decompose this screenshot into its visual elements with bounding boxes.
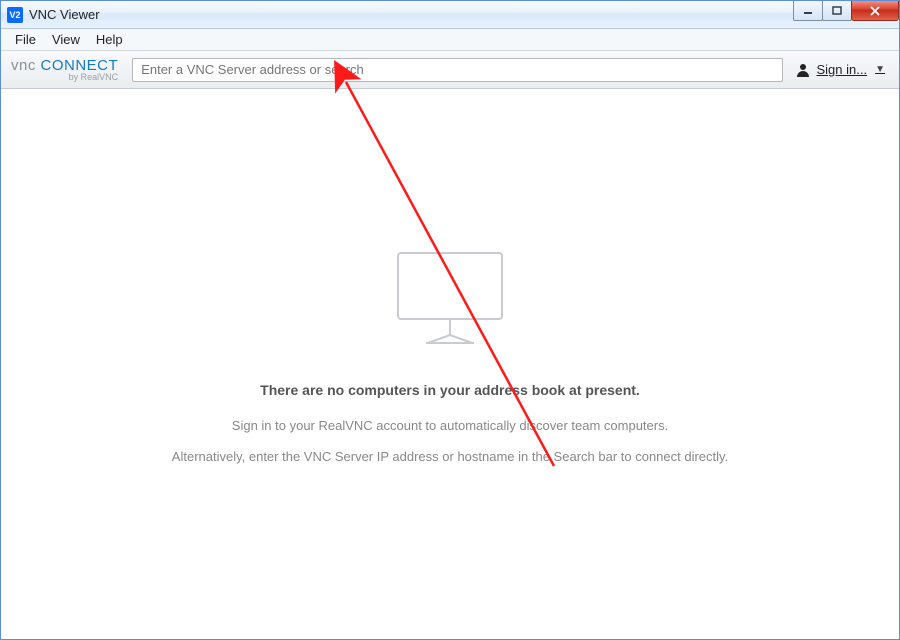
content-area: There are no computers in your address b… [1,89,899,639]
vnc-connect-logo: vnc CONNECT by RealVNC [11,58,118,82]
window-controls [794,1,899,21]
logo-subtext: by RealVNC [11,73,118,82]
logo-text-connect: CONNECT [36,57,118,74]
toolbar: vnc CONNECT by RealVNC Sign in... ▼ [1,51,899,89]
app-icon: V2 [7,7,23,23]
person-icon [795,62,811,78]
close-button[interactable] [851,1,899,21]
chevron-down-icon: ▼ [875,64,885,75]
minimize-button[interactable] [793,1,823,21]
menubar: File View Help [1,29,899,51]
app-window: V2 VNC Viewer File View Help vnc CONNECT… [0,0,900,640]
monitor-icon [390,249,510,352]
maximize-button[interactable] [822,1,852,21]
sign-in-label: Sign in... [817,62,868,77]
sign-in-button[interactable]: Sign in... ▼ [791,62,890,78]
address-search-input[interactable] [132,58,782,82]
empty-state-line-1: Sign in to your RealVNC account to autom… [232,418,668,433]
logo-text-vnc: vnc [11,57,36,74]
empty-state-line-2: Alternatively, enter the VNC Server IP a… [172,449,728,464]
menu-file[interactable]: File [7,30,44,49]
menu-help[interactable]: Help [88,30,131,49]
titlebar[interactable]: V2 VNC Viewer [1,1,899,29]
menu-view[interactable]: View [44,30,88,49]
window-title: VNC Viewer [29,7,100,22]
empty-state-heading: There are no computers in your address b… [260,382,640,398]
